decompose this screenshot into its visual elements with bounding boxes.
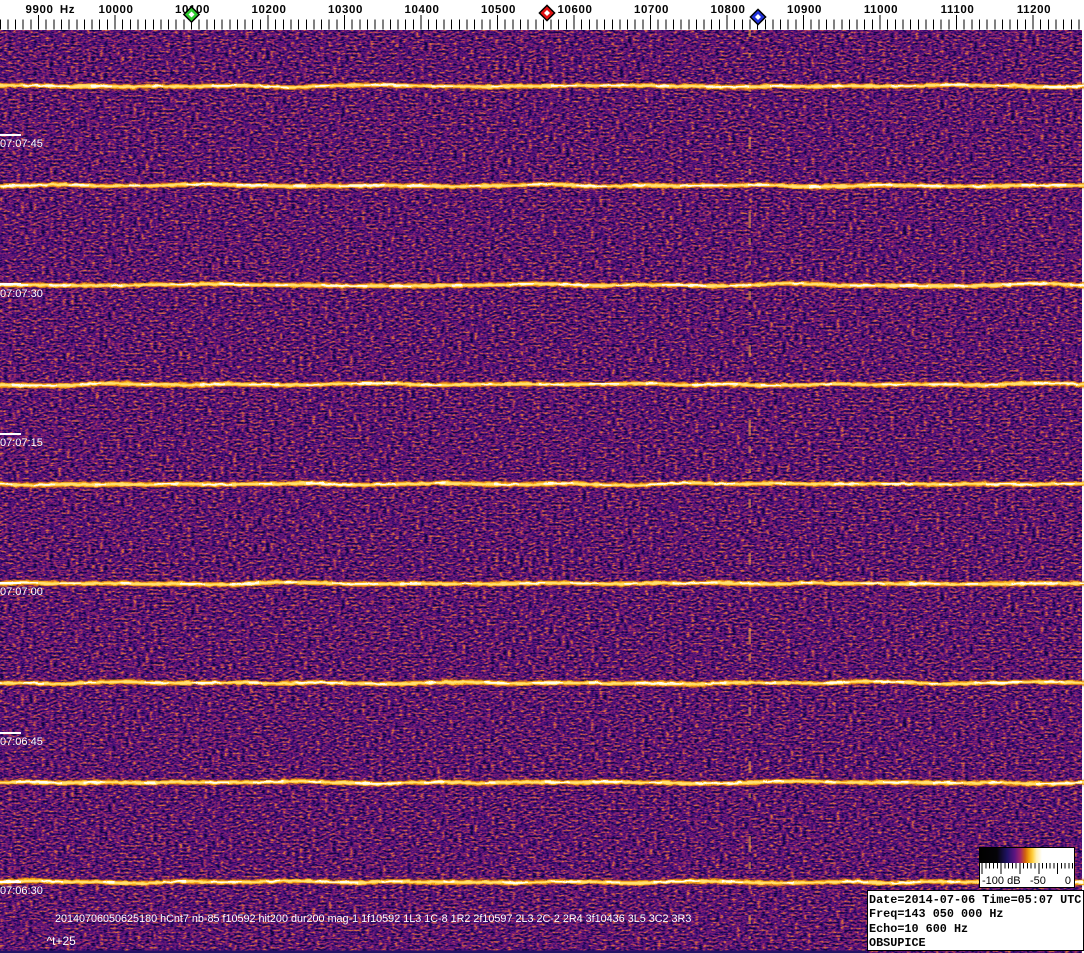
svg-text:10400: 10400 <box>405 4 440 16</box>
svg-text:10600: 10600 <box>558 4 593 16</box>
svg-text:10000: 10000 <box>99 4 134 16</box>
svg-text:10500: 10500 <box>481 4 516 16</box>
svg-text:Hz: Hz <box>60 4 75 16</box>
svg-text:11100: 11100 <box>941 4 975 16</box>
svg-text:10900: 10900 <box>787 4 822 16</box>
svg-text:9900: 9900 <box>26 4 54 16</box>
svg-text:11200: 11200 <box>1017 4 1051 16</box>
svg-text:10700: 10700 <box>634 4 669 16</box>
svg-text:10200: 10200 <box>252 4 287 16</box>
svg-text:10300: 10300 <box>328 4 363 16</box>
svg-text:10800: 10800 <box>711 4 746 16</box>
svg-text:11000: 11000 <box>864 4 898 16</box>
